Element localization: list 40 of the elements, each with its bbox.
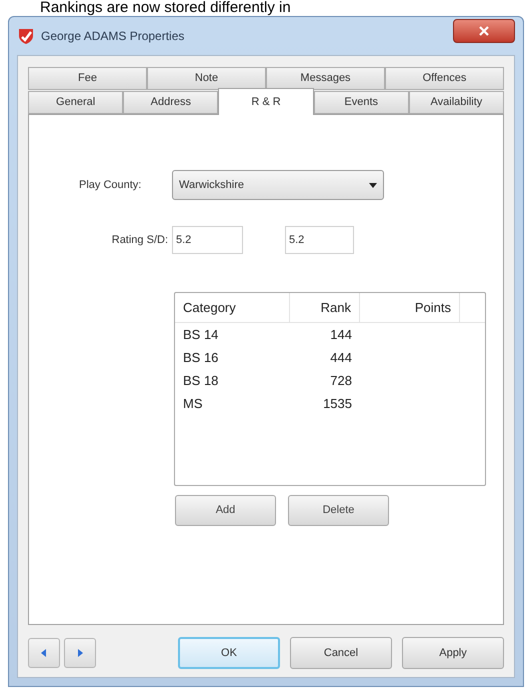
dropdown-arrow-icon — [369, 182, 377, 188]
window-title: George ADAMS Properties — [41, 28, 184, 45]
caption: Rankings are now stored differently in — [39, 0, 292, 16]
table-cell-text: BS 18 — [182, 372, 220, 390]
dialog-button[interactable]: Apply — [402, 637, 504, 669]
field-label: Rating S/D: — [110, 232, 169, 248]
dialog-button[interactable]: OK — [178, 637, 280, 669]
tab[interactable]: Events — [314, 91, 409, 114]
county-dropdown[interactable]: Warwickshire — [172, 170, 384, 200]
column-header[interactable]: Rank — [290, 293, 360, 322]
table-cell-text: MS — [182, 394, 204, 413]
table-cell-text: 728 — [329, 372, 353, 390]
list-button[interactable]: Add — [175, 495, 276, 526]
list-button[interactable]: Delete — [288, 495, 389, 526]
tab[interactable]: Messages — [266, 67, 385, 90]
back-arrow-icon — [39, 648, 49, 658]
input-field[interactable]: 5.2 — [285, 226, 354, 254]
tab[interactable]: Offences — [385, 67, 504, 90]
table-cell-text: 144 — [329, 326, 353, 344]
field-label: Play County: — [79, 178, 142, 193]
table-cell-text: 444 — [329, 348, 353, 367]
table-cell-text: BS 14 — [182, 326, 220, 344]
close-button[interactable] — [453, 19, 515, 43]
shield-icon — [17, 27, 35, 45]
tab[interactable]: Note — [147, 67, 266, 90]
tab[interactable]: Fee — [28, 67, 147, 90]
dialog-button[interactable]: Cancel — [290, 637, 392, 669]
tab[interactable]: R & R — [218, 88, 314, 115]
close-icon — [479, 26, 489, 36]
nav-button[interactable] — [64, 638, 96, 668]
column-header[interactable]: Points — [360, 293, 460, 322]
tab[interactable]: Availability — [408, 91, 504, 114]
forward-arrow-icon — [75, 648, 85, 658]
tab[interactable]: Address — [123, 91, 218, 114]
input-field[interactable]: 5.2 — [172, 226, 243, 254]
table-cell-text: 1535 — [322, 394, 353, 413]
tab[interactable]: General — [28, 91, 124, 114]
table-cell-text: BS 16 — [182, 348, 220, 367]
nav-button[interactable] — [28, 638, 60, 668]
column-header[interactable]: Category — [175, 293, 290, 322]
